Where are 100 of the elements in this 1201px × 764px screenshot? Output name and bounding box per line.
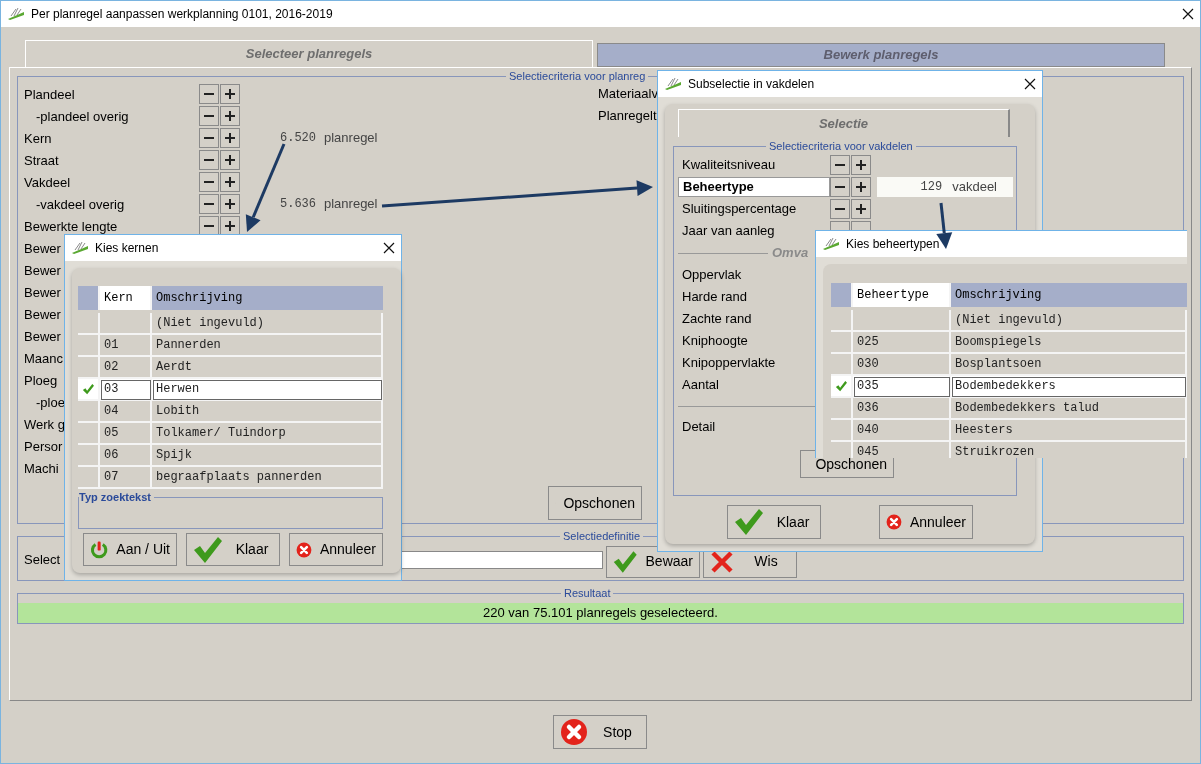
check-cell[interactable]: [78, 423, 100, 445]
minus-button[interactable]: [830, 199, 850, 219]
table-cell: 040: [853, 420, 951, 442]
action-button[interactable]: Stop: [552, 715, 647, 749]
check-cell[interactable]: [78, 335, 100, 357]
group-legend: Resultaat: [561, 586, 614, 600]
minus-button[interactable]: [199, 106, 219, 126]
plus-button[interactable]: [851, 177, 871, 197]
check-cell[interactable]: [831, 420, 853, 442]
window-title: Kies beheertypen: [846, 236, 941, 253]
app-icon: [822, 237, 840, 251]
plus-icon: [224, 132, 236, 144]
check-cell[interactable]: [831, 310, 853, 332]
criterion-label: Zachte rand: [682, 310, 752, 329]
criterion-label: Knipoppervlakte: [682, 354, 776, 373]
criterion-label: Bewer: [24, 241, 61, 256]
minus-button[interactable]: [830, 155, 850, 175]
check-cell[interactable]: [78, 467, 100, 489]
count-value: 129: [920, 179, 943, 196]
plus-icon: [224, 110, 236, 122]
plus-icon: [224, 176, 236, 188]
close-icon[interactable]: [1024, 78, 1036, 90]
table-cell: (Niet ingevuld): [951, 310, 1187, 332]
criterion-label: -plandeel overig: [36, 109, 129, 124]
action-button[interactable]: Aan / Uit: [83, 533, 177, 566]
plus-button[interactable]: [220, 128, 240, 148]
action-button[interactable]: Annuleer: [289, 533, 383, 566]
criterion-label: Planregelt: [598, 107, 657, 126]
criterion-label: Oppervlak: [682, 266, 742, 285]
column-header[interactable]: Omschrijving: [152, 286, 383, 310]
minus-button[interactable]: [199, 172, 219, 192]
check-cell[interactable]: [78, 357, 100, 379]
action-button[interactable]: Annuleer: [879, 505, 973, 539]
header-cell: [831, 283, 853, 307]
criterion-label: Kern: [24, 131, 52, 146]
minus-button[interactable]: [199, 216, 219, 236]
minus-button[interactable]: [199, 84, 219, 104]
check-cell[interactable]: [78, 445, 100, 467]
check-cell[interactable]: [831, 332, 853, 354]
check-cell[interactable]: [831, 354, 853, 376]
plus-icon: [224, 88, 236, 100]
table-cell: Aerdt: [152, 357, 383, 379]
criterion-label: Materiaalv: [598, 85, 658, 104]
plus-icon: [855, 203, 867, 215]
action-button[interactable]: Klaar: [727, 505, 821, 539]
plus-button[interactable]: [220, 106, 240, 126]
check-cell[interactable]: [78, 401, 100, 423]
close-icon[interactable]: [1182, 8, 1194, 20]
plus-button[interactable]: [851, 199, 871, 219]
table-cell: (Niet ingevuld): [152, 313, 383, 335]
check-cell[interactable]: [78, 313, 100, 335]
criterion-label: Werk g: [24, 417, 65, 432]
check-icon: [82, 382, 94, 396]
minus-button[interactable]: [199, 194, 219, 214]
table-cell: Herwen: [152, 379, 383, 401]
column-header[interactable]: Beheertype: [853, 283, 951, 307]
group-legend: Selectiecriteria voor planreg: [506, 69, 649, 83]
result-message: 220 van 75.101 planregels geselecteerd.: [18, 603, 1183, 623]
plus-button[interactable]: [220, 194, 240, 214]
plus-button[interactable]: [220, 216, 240, 236]
group-legend: Selectiedefinitie: [560, 529, 644, 543]
plus-icon: [224, 220, 236, 232]
column-header[interactable]: Omschrijving: [951, 283, 1187, 307]
criterion-label: Vakdeel: [24, 175, 70, 190]
column-header[interactable]: Kern: [100, 286, 152, 310]
criterion-label: Bewer: [24, 329, 61, 344]
action-button[interactable]: Opschonen: [548, 486, 642, 520]
table-cell: 03: [100, 379, 152, 401]
table-cell: 07: [100, 467, 152, 489]
minus-button[interactable]: [199, 128, 219, 148]
window-title: Subselectie in vakdelen: [688, 76, 816, 93]
action-button[interactable]: Klaar: [186, 533, 280, 566]
table-cell: 04: [100, 401, 152, 423]
table-cell: 030: [853, 354, 951, 376]
criterion-label: Bewerkte lengte: [24, 219, 118, 234]
plus-button[interactable]: [220, 172, 240, 192]
plus-button[interactable]: [851, 155, 871, 175]
count-value: 6.520: [279, 130, 316, 147]
window-title: Kies kernen: [95, 240, 160, 257]
check-cell[interactable]: [78, 379, 100, 401]
count-unit: vakdeel: [952, 178, 997, 197]
criterion-label: Ploeg: [24, 373, 58, 388]
minus-button[interactable]: [830, 177, 850, 197]
app-icon: [7, 7, 25, 21]
plus-button[interactable]: [220, 84, 240, 104]
check-cell[interactable]: [831, 398, 853, 420]
criterion-label: Sluitingspercentage: [681, 200, 798, 219]
check-cell[interactable]: [831, 376, 853, 398]
group-legend: Selectiecriteria voor vakdelen: [766, 139, 916, 153]
plus-icon: [855, 159, 867, 171]
close-icon[interactable]: [383, 242, 395, 254]
cross-icon: [710, 549, 734, 574]
group-legend: Typ zoektekst: [79, 490, 154, 504]
group-legend: Omva: [772, 243, 809, 263]
minus-button[interactable]: [199, 150, 219, 170]
criterion-label: Kwaliteitsniveau: [681, 156, 777, 175]
criterion-label: Maanc: [24, 351, 64, 366]
plus-button[interactable]: [220, 150, 240, 170]
table-cell: Spijk: [152, 445, 383, 467]
window-title: Per planregel aanpassen werkplanning 0101, 2016-2019: [31, 6, 334, 23]
